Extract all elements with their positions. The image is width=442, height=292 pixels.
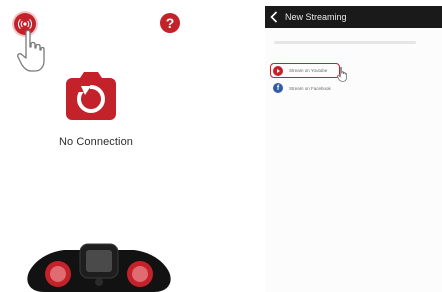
hand-pointer-icon — [337, 67, 347, 82]
camera-home-screen: ? No Connection — [0, 0, 205, 292]
new-streaming-screen: New Streaming Stream on Youtube f Stream… — [265, 6, 442, 292]
facebook-icon: f — [273, 83, 283, 93]
description-text-line — [274, 41, 416, 44]
option-stream-youtube[interactable]: Stream on Youtube — [270, 63, 340, 78]
help-button[interactable]: ? — [160, 13, 180, 33]
chevron-left-icon — [270, 11, 278, 23]
handheld-controller — [27, 243, 171, 292]
back-button[interactable] — [265, 6, 283, 28]
title-bar: New Streaming — [265, 6, 442, 28]
connection-status: No Connection — [58, 136, 134, 148]
help-symbol: ? — [165, 15, 175, 31]
camera-refresh-icon[interactable] — [66, 72, 116, 120]
screen: ? No Connection New Streaming Stream on … — [0, 0, 442, 292]
option-label: Stream on Youtube — [289, 68, 328, 73]
option-stream-facebook[interactable]: f Stream on Facebook — [270, 82, 331, 94]
youtube-icon — [273, 65, 283, 76]
option-label: Stream on Facebook — [289, 85, 331, 91]
stream-button-area — [11, 13, 49, 75]
hand-pointer-icon — [17, 29, 45, 72]
page-title: New Streaming — [285, 12, 347, 22]
